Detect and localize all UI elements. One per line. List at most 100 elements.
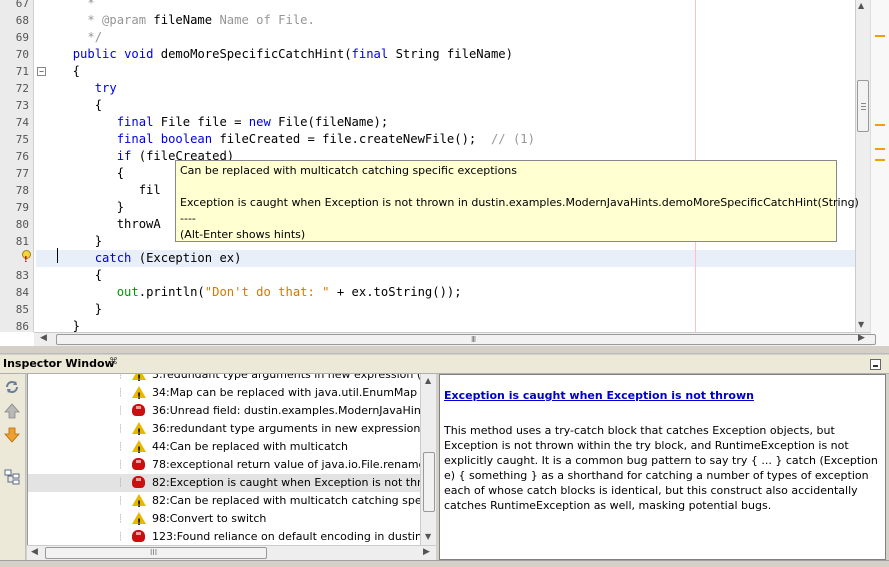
error-stripe-mark[interactable]: [875, 148, 885, 150]
code-token: final: [116, 115, 154, 129]
code-line[interactable]: {: [36, 267, 855, 284]
error-stripe-mark[interactable]: [875, 35, 885, 37]
code-token: *: [36, 0, 95, 10]
hint-warning-icon[interactable]: !: [21, 250, 33, 264]
code-line[interactable]: * @param fileName Name of File.: [36, 12, 855, 29]
line-number: 81: [15, 235, 29, 248]
inspector-window-title[interactable]: Inspector Window: [3, 357, 115, 370]
code-line[interactable]: {: [36, 97, 855, 114]
code-line[interactable]: }: [36, 301, 855, 318]
tree-vertical-scroll-thumb[interactable]: [423, 452, 435, 512]
line-number: 77: [15, 167, 29, 180]
tree-guide-line: ┊: [118, 514, 123, 523]
minimize-window-button[interactable]: [870, 359, 881, 370]
tooltip-summary: Can be replaced with multicatch catching…: [180, 164, 517, 177]
result-text: 36:Unread field: dustin.examples.ModernJ…: [152, 404, 420, 417]
inspector-result-row[interactable]: ┊ 82:Exception is caught when Exception i…: [28, 474, 420, 492]
code-line[interactable]: *: [36, 0, 855, 12]
line-number: 84: [15, 286, 29, 299]
code-token: out: [116, 285, 139, 299]
line-number: 70: [15, 48, 29, 61]
code-token: fil: [36, 183, 161, 197]
warning-icon: [132, 422, 146, 442]
code-line[interactable]: */: [36, 29, 855, 46]
line-number: 72: [15, 82, 29, 95]
inspector-result-row[interactable]: ┊ 123:Found reliance on default encoding …: [28, 528, 420, 545]
scroll-right-arrow-icon[interactable]: ▶: [858, 333, 865, 343]
error-stripe-mark[interactable]: [875, 159, 885, 161]
inspector-result-row[interactable]: ┊ 82:Can be replaced with multicatch catc…: [28, 492, 420, 514]
refresh-icon[interactable]: [2, 377, 22, 397]
line-number: 71: [15, 65, 29, 78]
scroll-down-arrow-icon[interactable]: ▼: [858, 320, 864, 329]
result-text: 36:redundant type arguments in new expre…: [152, 422, 420, 435]
inspector-result-row[interactable]: ┊ 34:Map can be replaced with java.util.E…: [28, 384, 420, 406]
inspector-result-row[interactable]: ┊ 36:Unread field: dustin.examples.Modern…: [28, 402, 420, 420]
code-token: }: [36, 319, 81, 333]
error-stripe-mark[interactable]: [875, 124, 885, 126]
editor-vertical-scroll-thumb[interactable]: [857, 80, 869, 132]
tree-guide-line: ┊: [118, 478, 123, 487]
scroll-left-arrow-icon[interactable]: ◀: [31, 547, 38, 557]
current-code-line[interactable]: catch (Exception ex): [36, 250, 855, 267]
inspector-result-row[interactable]: ┊ 36:redundant type arguments in new expr…: [28, 420, 420, 442]
code-line[interactable]: public void demoMoreSpecificCatchHint(fi…: [36, 46, 855, 63]
scroll-up-arrow-icon[interactable]: ▲: [425, 376, 431, 385]
code-token: }: [36, 234, 103, 248]
line-number: 73: [15, 99, 29, 112]
warning-icon: [132, 440, 146, 460]
result-text: 3:redundant type arguments in new expres…: [152, 374, 420, 381]
code-line[interactable]: try: [36, 80, 855, 97]
line-number: 86: [15, 320, 29, 333]
detail-description: This method uses a try-catch block that …: [444, 424, 878, 512]
line-number: 68: [15, 14, 29, 27]
categorize-icon[interactable]: [2, 467, 22, 487]
inspector-result-row[interactable]: ┊ 3:redundant type arguments in new expre…: [28, 374, 420, 388]
detail-title-link[interactable]: Exception is caught when Exception is no…: [444, 389, 754, 402]
code-line[interactable]: final File file = new File(fileName);: [36, 114, 855, 131]
scroll-left-arrow-icon[interactable]: ◀: [40, 333, 47, 343]
code-token: public: [72, 47, 117, 61]
tree-guide-line: ┊: [118, 496, 123, 505]
code-token: if: [116, 149, 132, 163]
line-number: 74: [15, 116, 29, 129]
inspector-result-row[interactable]: ┊ 78:exceptional return value of java.io.…: [28, 456, 420, 474]
splitter[interactable]: [0, 346, 889, 354]
tree-horizontal-scroll-thumb[interactable]: III: [45, 547, 267, 559]
scroll-down-arrow-icon[interactable]: ▼: [425, 532, 431, 541]
editor-horizontal-scrollbar[interactable]: ◀ III ▶: [34, 332, 876, 346]
tree-vertical-scrollbar[interactable]: ▲ ▼: [420, 374, 436, 545]
editor-vertical-scrollbar[interactable]: ▲ ▼: [855, 0, 870, 332]
inspector-window-tab[interactable]: Inspector Window ⌘: [0, 355, 889, 374]
tree-horizontal-scrollbar[interactable]: ◀ III ▶: [27, 545, 436, 560]
code-token: boolean: [160, 132, 213, 146]
code-token: File(fileName);: [270, 115, 389, 129]
code-line[interactable]: final boolean fileCreated = file.createN…: [36, 131, 855, 148]
result-text: 44:Can be replaced with multicatch: [152, 440, 349, 453]
code-editor[interactable]: 67 68 69 70 71 72 73 74 75 76 77 78 79 80 81 83 84 85 86 *…: [0, 0, 889, 346]
code-token: demoMoreSpecificCatchHint(: [153, 47, 352, 61]
scroll-up-arrow-icon[interactable]: ▲: [858, 1, 864, 10]
code-token: catch: [94, 251, 132, 265]
editor-horizontal-scroll-thumb[interactable]: III: [56, 334, 876, 345]
previous-icon[interactable]: [2, 401, 22, 421]
inspector-result-row[interactable]: ┊ 98:Convert to switch: [28, 510, 420, 532]
code-token: throwA: [36, 217, 161, 231]
inspector-result-row[interactable]: ┊ 44:Can be replaced with multicatch: [28, 438, 420, 460]
close-tab-icon[interactable]: ⌘: [109, 357, 118, 367]
next-icon[interactable]: [2, 425, 22, 445]
code-line[interactable]: {: [36, 63, 855, 80]
code-line[interactable]: out.println("Don't do that: " + ex.toStr…: [36, 284, 855, 301]
result-text: 98:Convert to switch: [152, 512, 267, 525]
scroll-right-arrow-icon[interactable]: ▶: [423, 547, 430, 557]
warning-icon: [132, 374, 146, 388]
error-stripe[interactable]: [870, 0, 889, 346]
code-token: Name of File.: [212, 13, 315, 27]
fold-toggle-icon[interactable]: −: [37, 67, 46, 76]
bug-icon: [132, 404, 146, 418]
inspector-results-tree[interactable]: ┊ 3:redundant type arguments in new expre…: [27, 374, 420, 545]
code-token: {: [36, 166, 125, 180]
